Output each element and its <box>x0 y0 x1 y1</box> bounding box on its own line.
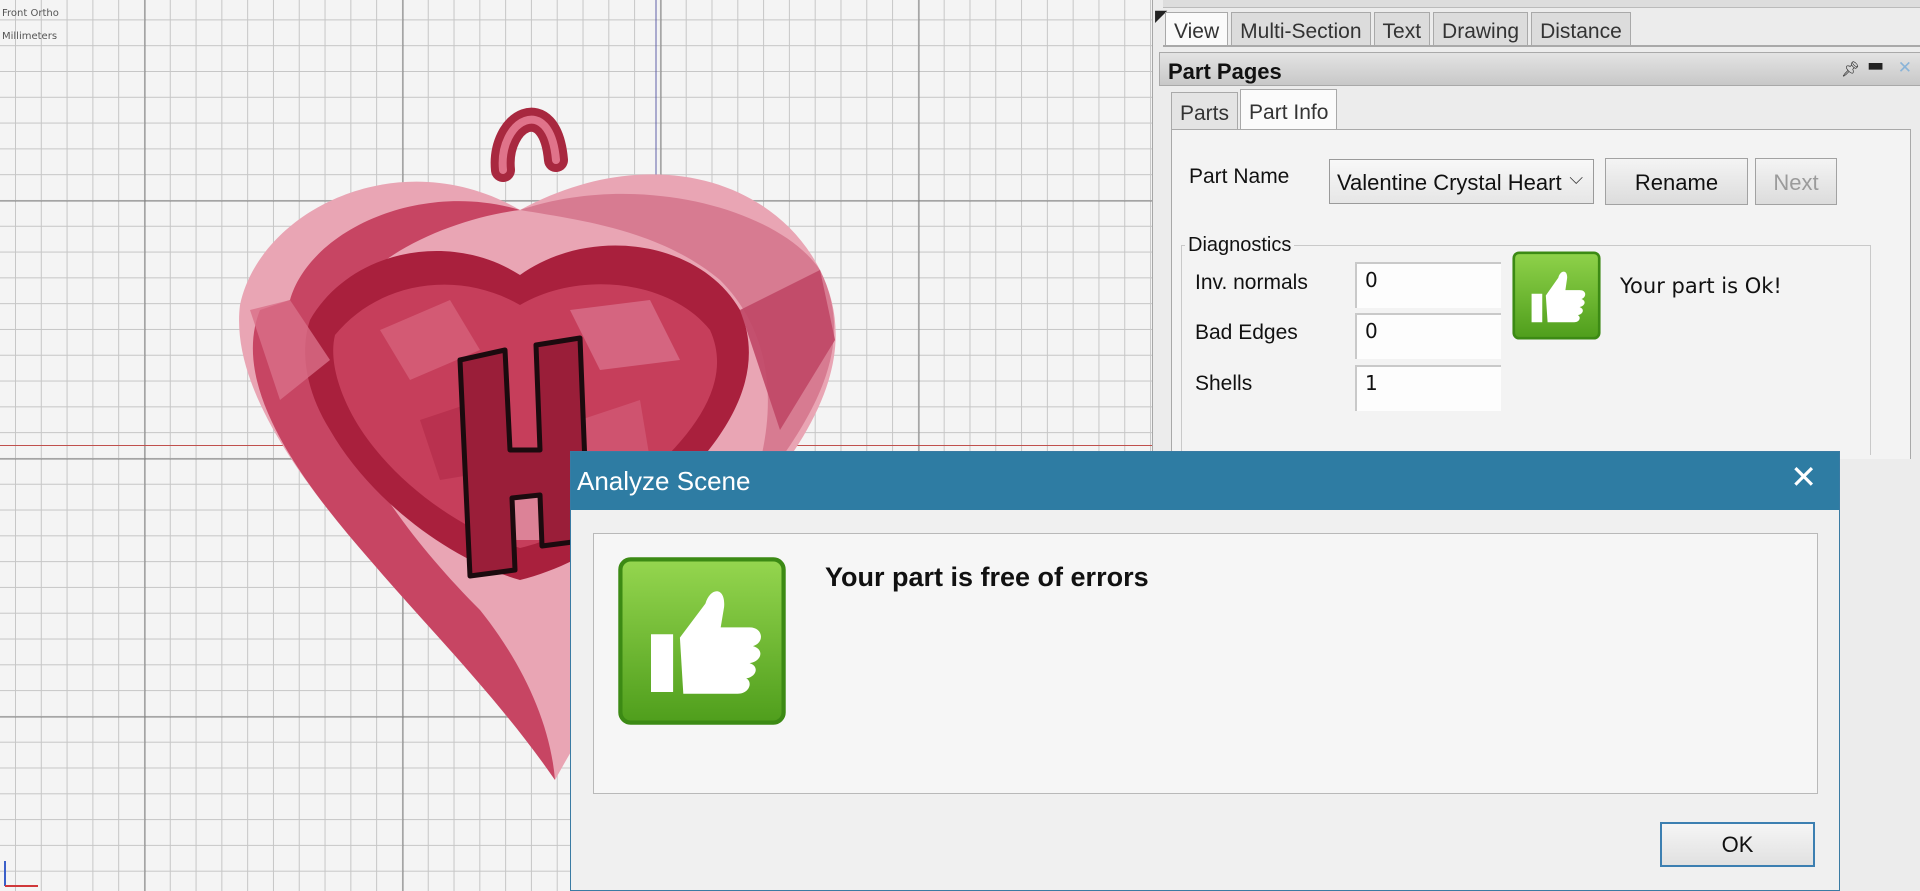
next-button[interactable]: Next <box>1755 158 1837 205</box>
inv-normals-field: 0 <box>1355 262 1501 308</box>
thumbs-up-icon <box>1512 251 1601 340</box>
ok-button[interactable]: OK <box>1660 822 1815 867</box>
shells-field: 1 <box>1355 365 1501 411</box>
bad-edges-field: 0 <box>1355 313 1501 359</box>
shells-label: Shells <box>1195 372 1253 395</box>
part-status-message: Your part is Ok! <box>1620 274 1782 298</box>
rename-button[interactable]: Rename <box>1605 158 1748 205</box>
inv-normals-label: Inv. normals <box>1195 271 1308 294</box>
part-pages-tab-bar: Parts Part Info <box>1171 89 1339 130</box>
units-label: Millimeters <box>2 31 58 42</box>
thumbs-up-icon <box>618 557 786 725</box>
dialog-message: Your part is free of errors <box>825 562 1149 592</box>
minimize-icon[interactable]: ▬ <box>1867 55 1884 76</box>
analyze-scene-dialog: Analyze Scene ✕ Your part is free of err… <box>570 451 1840 891</box>
axis-gizmo-icon <box>4 861 38 887</box>
tab-drawing[interactable]: Drawing <box>1433 12 1529 46</box>
tab-part-info[interactable]: Part Info <box>1240 89 1338 130</box>
tab-distance[interactable]: Distance <box>1531 12 1631 46</box>
view-mode-label: Front Ortho <box>2 8 59 19</box>
tab-multi-section[interactable]: Multi-Section <box>1231 12 1371 46</box>
part-name-value: Valentine Crystal Heart <box>1337 170 1562 195</box>
tab-view[interactable]: View <box>1165 12 1229 46</box>
part-pages-title: Part Pages <box>1168 59 1282 84</box>
dialog-title: Analyze Scene <box>577 466 751 496</box>
part-pages-header: Part Pages 📌︎ ▬ ✕ <box>1159 52 1920 86</box>
tab-divider <box>1163 45 1920 47</box>
part-name-label: Part Name <box>1189 165 1290 188</box>
diagnostics-title: Diagnostics <box>1185 234 1295 257</box>
bad-edges-label: Bad Edges <box>1195 321 1298 344</box>
top-tab-bar: View Multi-Section Text Drawing Distance <box>1165 12 1634 46</box>
part-name-select[interactable]: Valentine Crystal Heart ⌵ <box>1329 159 1594 204</box>
close-icon[interactable]: ✕ <box>1898 58 1912 78</box>
pin-icon[interactable]: 📌︎ <box>1841 60 1860 78</box>
close-icon[interactable]: ✕ <box>1790 458 1817 496</box>
tab-text[interactable]: Text <box>1373 12 1431 46</box>
dialog-titlebar[interactable]: Analyze Scene ✕ <box>571 452 1839 510</box>
chevron-down-icon: ⌵ <box>1569 168 1583 189</box>
panel-strip <box>1163 0 1920 8</box>
tab-parts[interactable]: Parts <box>1171 92 1239 130</box>
